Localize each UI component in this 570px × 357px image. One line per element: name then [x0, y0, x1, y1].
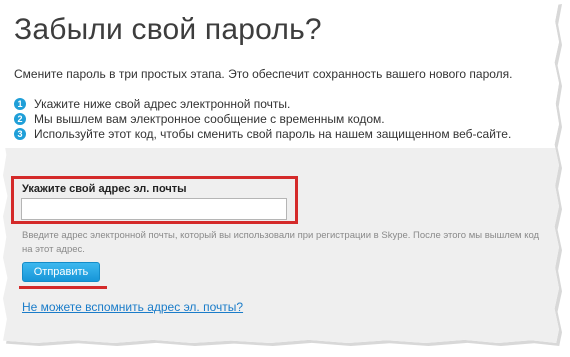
steps-list: 1 Укажите ниже свой адрес электронной по…: [14, 97, 511, 142]
forgot-email-link[interactable]: Не можете вспомнить адрес эл. почты?: [22, 300, 243, 314]
step-number-icon: 2: [14, 113, 26, 125]
email-label: Укажите свой адрес эл. почты: [22, 183, 187, 195]
page-title: Забыли свой пароль?: [14, 13, 322, 46]
email-help-text: Введите адрес электронной почты, который…: [22, 230, 540, 255]
step-item: 1 Укажите ниже свой адрес электронной по…: [14, 97, 511, 111]
step-number-icon: 1: [14, 98, 26, 110]
submit-button-highlight: [19, 286, 107, 289]
step-number-icon: 3: [14, 128, 26, 140]
step-item: 3 Используйте этот код, чтобы сменить св…: [14, 127, 511, 141]
step-text: Мы вышлем вам электронное сообщение с вр…: [34, 112, 385, 126]
page-card: Забыли свой пароль? Смените пароль в три…: [3, 1, 559, 343]
intro-section: Забыли свой пароль? Смените пароль в три…: [3, 1, 559, 148]
step-item: 2 Мы вышлем вам электронное сообщение с …: [14, 112, 511, 126]
email-field[interactable]: [21, 198, 287, 220]
page-subtitle: Смените пароль в три простых этапа. Это …: [14, 67, 513, 81]
step-text: Укажите ниже свой адрес электронной почт…: [34, 97, 291, 111]
submit-button[interactable]: Отправить: [22, 262, 100, 282]
step-text: Используйте этот код, чтобы сменить свой…: [34, 127, 512, 141]
